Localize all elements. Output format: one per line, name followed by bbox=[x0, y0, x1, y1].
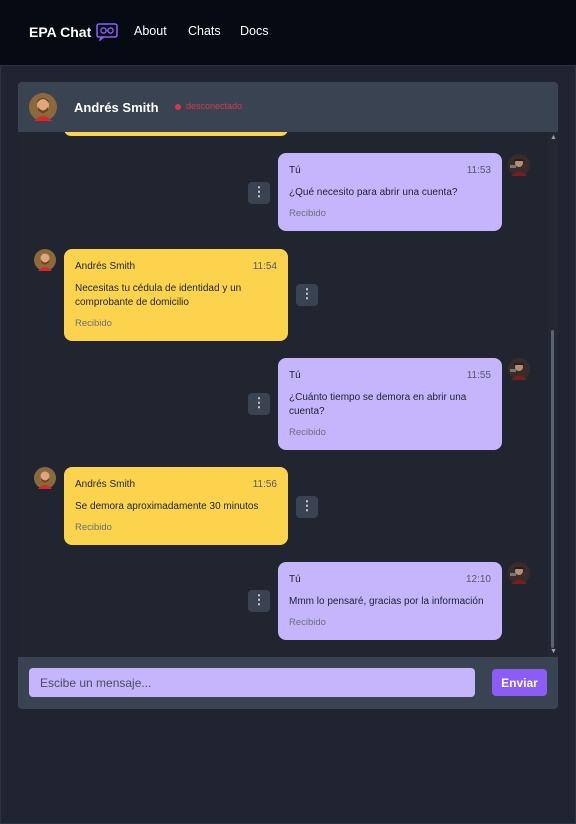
message-scrollbar[interactable]: ▲ ▼ bbox=[548, 132, 558, 657]
brand-name[interactable]: EPA Chat bbox=[29, 24, 91, 40]
message-list[interactable]: ⋮ Tú 11:53 ¿Qué necesito para abrir una … bbox=[18, 132, 558, 657]
contact-avatar bbox=[34, 249, 56, 271]
scroll-up-icon[interactable]: ▲ bbox=[550, 134, 557, 141]
send-button[interactable]: Enviar bbox=[492, 669, 547, 696]
brand[interactable]: EPA Chat bbox=[29, 23, 119, 41]
message-text: ¿Cuánto tiempo se demora en abrir una cu… bbox=[289, 392, 467, 417]
message-bubble-mine: Tú 11:55 ¿Cuánto tiempo se demora en abr… bbox=[278, 358, 502, 450]
message-time: 12:10 bbox=[465, 574, 491, 585]
nav-link-about[interactable]: About bbox=[134, 24, 167, 38]
scroll-down-icon[interactable]: ▼ bbox=[550, 648, 557, 655]
message-status: Recibido bbox=[75, 522, 112, 533]
message-sender: Tú bbox=[289, 574, 301, 585]
message-status: Recibido bbox=[289, 617, 326, 628]
offline-status-dot bbox=[175, 104, 181, 110]
message-options-button[interactable]: ⋮ bbox=[296, 496, 318, 518]
message-sender: Andrés Smith bbox=[75, 261, 136, 272]
message-options-button[interactable]: ⋮ bbox=[248, 393, 270, 415]
message-status: Recibido bbox=[289, 427, 326, 438]
message-status: Recibido bbox=[75, 318, 112, 329]
message-sender: Tú bbox=[289, 165, 301, 176]
composer-bar: Enviar bbox=[18, 657, 558, 709]
message-bubble-partial bbox=[64, 132, 288, 136]
message-text: Se demora aproximadamente 30 minutos bbox=[75, 501, 259, 512]
contact-status: desconectado bbox=[186, 101, 243, 111]
nav-link-docs[interactable]: Docs bbox=[240, 24, 268, 38]
message-sender: Tú bbox=[289, 370, 301, 381]
nav-link-chats[interactable]: Chats bbox=[188, 24, 221, 38]
message-status: Recibido bbox=[289, 208, 326, 219]
user-avatar bbox=[508, 358, 530, 380]
message-options-button[interactable]: ⋮ bbox=[248, 182, 270, 204]
scrollbar-thumb[interactable] bbox=[551, 330, 554, 648]
chat-header: Andrés Smith desconectado bbox=[18, 82, 558, 132]
message-options-button[interactable]: ⋮ bbox=[248, 590, 270, 612]
message-bubble-theirs: Andrés Smith 11:56 Se demora aproximadam… bbox=[64, 467, 288, 545]
chat-glasses-icon bbox=[96, 23, 119, 41]
message-time: 11:54 bbox=[252, 261, 277, 272]
message-options-button[interactable]: ⋮ bbox=[296, 284, 318, 306]
message-text: Mmm lo pensaré, gracias por la informaci… bbox=[289, 596, 484, 607]
message-bubble-mine: Tú 12:10 Mmm lo pensaré, gracias por la … bbox=[278, 562, 502, 640]
chat-panel: Andrés Smith desconectado ⋮ Tú 11:53 ¿Qu… bbox=[18, 82, 558, 709]
message-time: 11:56 bbox=[252, 479, 277, 490]
message-text: ¿Qué necesito para abrir una cuenta? bbox=[289, 187, 458, 198]
message-time: 11:55 bbox=[466, 370, 491, 381]
message-sender: Andrés Smith bbox=[75, 479, 136, 490]
user-avatar bbox=[508, 154, 530, 176]
contact-avatar bbox=[29, 93, 57, 121]
message-bubble-theirs: Andrés Smith 11:54 Necesitas tu cédula d… bbox=[64, 249, 288, 341]
message-bubble-mine: Tú 11:53 ¿Qué necesito para abrir una cu… bbox=[278, 153, 502, 231]
contact-name: Andrés Smith bbox=[74, 100, 159, 115]
top-navbar: EPA Chat About Chats Docs bbox=[0, 0, 576, 65]
message-time: 11:53 bbox=[466, 165, 491, 176]
contact-avatar bbox=[34, 467, 56, 489]
message-input[interactable] bbox=[29, 668, 475, 697]
message-text: Necesitas tu cédula de identidad y un co… bbox=[75, 283, 242, 308]
user-avatar bbox=[508, 562, 530, 584]
